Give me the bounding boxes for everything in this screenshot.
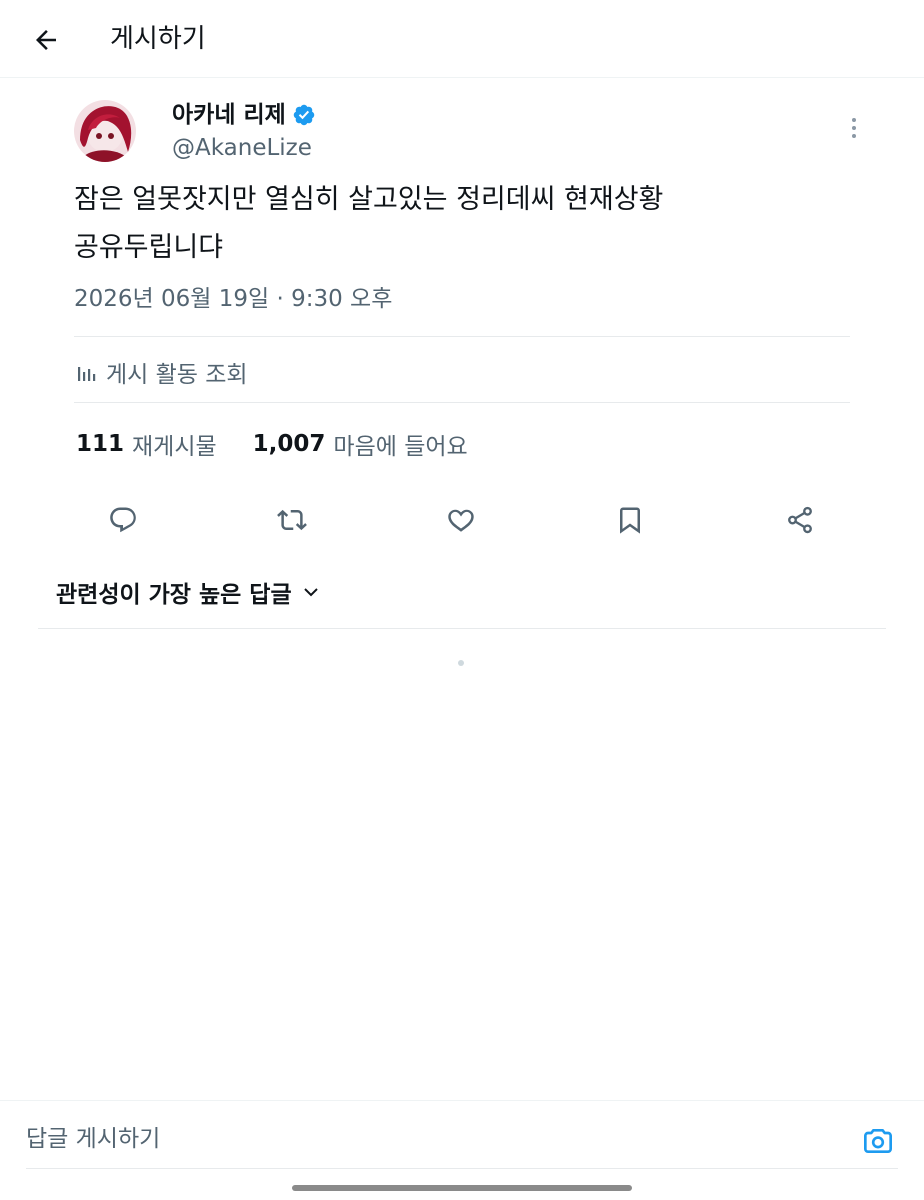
divider [74, 336, 850, 337]
bookmark-icon [620, 507, 640, 534]
reply-composer [0, 1100, 924, 1172]
more-options-button[interactable] [838, 108, 870, 148]
likes-count: 1,007 [252, 431, 326, 457]
share-button[interactable] [776, 496, 824, 544]
more-vertical-icon [852, 118, 856, 138]
like-icon [448, 509, 474, 532]
divider [38, 628, 886, 629]
author-name: 아카네 리제 [172, 102, 286, 128]
reposts-label: 재게시물 [132, 434, 217, 460]
arrow-left-icon [36, 30, 56, 50]
reposts-count: 111 [76, 431, 125, 457]
divider [74, 402, 850, 403]
author-handle[interactable]: @AkaneLize [172, 132, 312, 164]
top-bar: 게시하기 [0, 0, 924, 78]
likes-label: 마음에 들어요 [333, 434, 468, 460]
author-name-row[interactable]: 아카네 리제 [172, 98, 316, 132]
post-timestamp[interactable]: 2026년 06월 19일 · 9:30 오후 [74, 282, 392, 316]
loading-indicator [458, 660, 464, 666]
repost-icon [277, 509, 307, 531]
page-title: 게시하기 [110, 24, 206, 54]
reply-sort-dropdown[interactable]: 관련성이 가장 높은 답글 [56, 574, 320, 610]
post-activity-label: 게시 활동 조회 [106, 362, 248, 388]
chevron-down-icon [303, 588, 318, 597]
reply-sort-label: 관련성이 가장 높은 답글 [56, 582, 292, 608]
verified-badge-icon [293, 104, 315, 126]
post-activity-link[interactable]: 게시 활동 조회 [76, 354, 248, 390]
reply-input[interactable] [26, 1117, 826, 1161]
post-stats: 111 재게시물 1,007 마음에 들어요 [76, 425, 504, 463]
home-indicator[interactable] [292, 1185, 632, 1191]
avatar-image [74, 100, 136, 162]
camera-button[interactable] [858, 1121, 898, 1161]
reply-icon [110, 507, 136, 533]
post-text-line: 공유두립니댜 [74, 232, 224, 263]
post-text-line: 잠은 얼못잣지만 열심히 살고있는 정리데씨 현재상황 [74, 184, 664, 215]
analytics-icon [78, 367, 96, 381]
bookmark-button[interactable] [606, 496, 654, 544]
action-bar [0, 496, 924, 544]
post-text: 잠은 얼못잣지만 열심히 살고있는 정리데씨 현재상황 공유두립니댜 [74, 176, 854, 272]
likes-stat[interactable]: 1,007 마음에 들어요 [253, 427, 468, 461]
camera-icon [864, 1129, 892, 1153]
post-detail-screen: 게시하기 아카네 리제 @AkaneLize 잠은 얼못잣지만 열심히 살고있는… [0, 0, 924, 1200]
back-button[interactable] [26, 20, 66, 60]
reposts-stat[interactable]: 111 재게시물 [76, 427, 217, 461]
like-button[interactable] [437, 496, 485, 544]
share-icon [788, 506, 812, 534]
reply-input-underline [26, 1168, 898, 1169]
repost-button[interactable] [268, 496, 316, 544]
avatar[interactable] [74, 100, 136, 162]
reply-button[interactable] [99, 496, 147, 544]
